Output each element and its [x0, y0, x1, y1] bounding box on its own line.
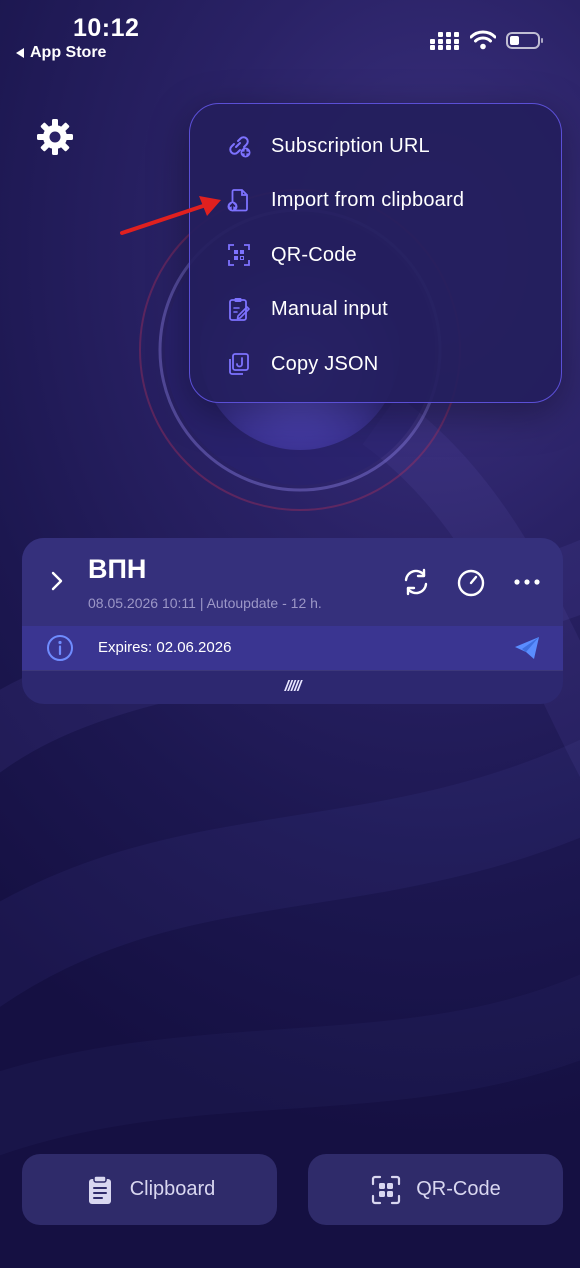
- clipboard-button[interactable]: Clipboard: [22, 1154, 277, 1225]
- menu-item-import-clipboard[interactable]: Import from clipboard: [190, 175, 563, 225]
- qr-code-button[interactable]: QR-Code: [308, 1154, 563, 1225]
- menu-item-label: QR-Code: [271, 243, 357, 266]
- config-title: ВПН: [88, 554, 147, 584]
- expiry-row: Expires: 02.06.2026: [22, 626, 563, 670]
- chevron-right-icon[interactable]: [46, 568, 68, 594]
- refresh-icon[interactable]: [400, 566, 432, 598]
- qr-code-button-label: QR-Code: [416, 1178, 501, 1200]
- cellular-signal-icon: [430, 32, 459, 50]
- menu-item-label: Subscription URL: [271, 134, 430, 157]
- clipboard-edit-icon: [229, 298, 250, 321]
- drag-handle[interactable]: /////: [22, 670, 563, 704]
- menu-item-subscription-url[interactable]: Subscription URL: [190, 121, 563, 171]
- annotation-arrow: [120, 196, 221, 235]
- menu-item-label: Import from clipboard: [271, 188, 465, 211]
- clipboard-icon: [88, 1174, 111, 1204]
- menu-item-label: Manual input: [271, 297, 388, 320]
- config-card: ВПН 08.05.2026 10:11 | Autoupdate - 12 h…: [22, 538, 563, 704]
- menu-item-qr-code[interactable]: QR-Code: [190, 230, 563, 280]
- clipboard-button-label: Clipboard: [129, 1178, 216, 1200]
- menu-item-label: Copy JSON: [271, 352, 379, 375]
- drag-handle-glyph: /////: [284, 678, 302, 695]
- expires-text: Expires: 02.06.2026: [98, 639, 232, 656]
- qr-scan-icon: [228, 244, 250, 266]
- status-icons: [430, 30, 543, 50]
- copy-json-icon: [229, 353, 249, 375]
- add-config-menu: Subscription URL Import from clipboard Q…: [189, 103, 562, 403]
- config-subtitle: 08.05.2026 10:11 | Autoupdate - 12 h.: [88, 595, 322, 611]
- qr-code-icon: [372, 1175, 401, 1204]
- back-triangle-icon: [16, 48, 24, 58]
- speedometer-icon[interactable]: [455, 566, 487, 598]
- config-card-header[interactable]: ВПН 08.05.2026 10:11 | Autoupdate - 12 h…: [22, 538, 563, 626]
- wifi-icon: [470, 30, 496, 50]
- back-app-label: App Store: [30, 44, 107, 61]
- info-icon[interactable]: [46, 634, 74, 662]
- menu-item-manual-input[interactable]: Manual input: [190, 284, 563, 334]
- more-dots-icon[interactable]: [511, 566, 543, 598]
- settings-gear-icon[interactable]: [35, 117, 75, 157]
- status-bar: 10:12 App Store: [0, 0, 580, 80]
- telegram-send-icon[interactable]: [513, 635, 541, 661]
- status-time: 10:12: [73, 14, 140, 42]
- link-plus-icon: [229, 136, 251, 158]
- menu-item-copy-json[interactable]: Copy JSON: [190, 339, 563, 389]
- battery-icon: [506, 31, 543, 49]
- back-to-app-store[interactable]: App Store: [16, 44, 106, 62]
